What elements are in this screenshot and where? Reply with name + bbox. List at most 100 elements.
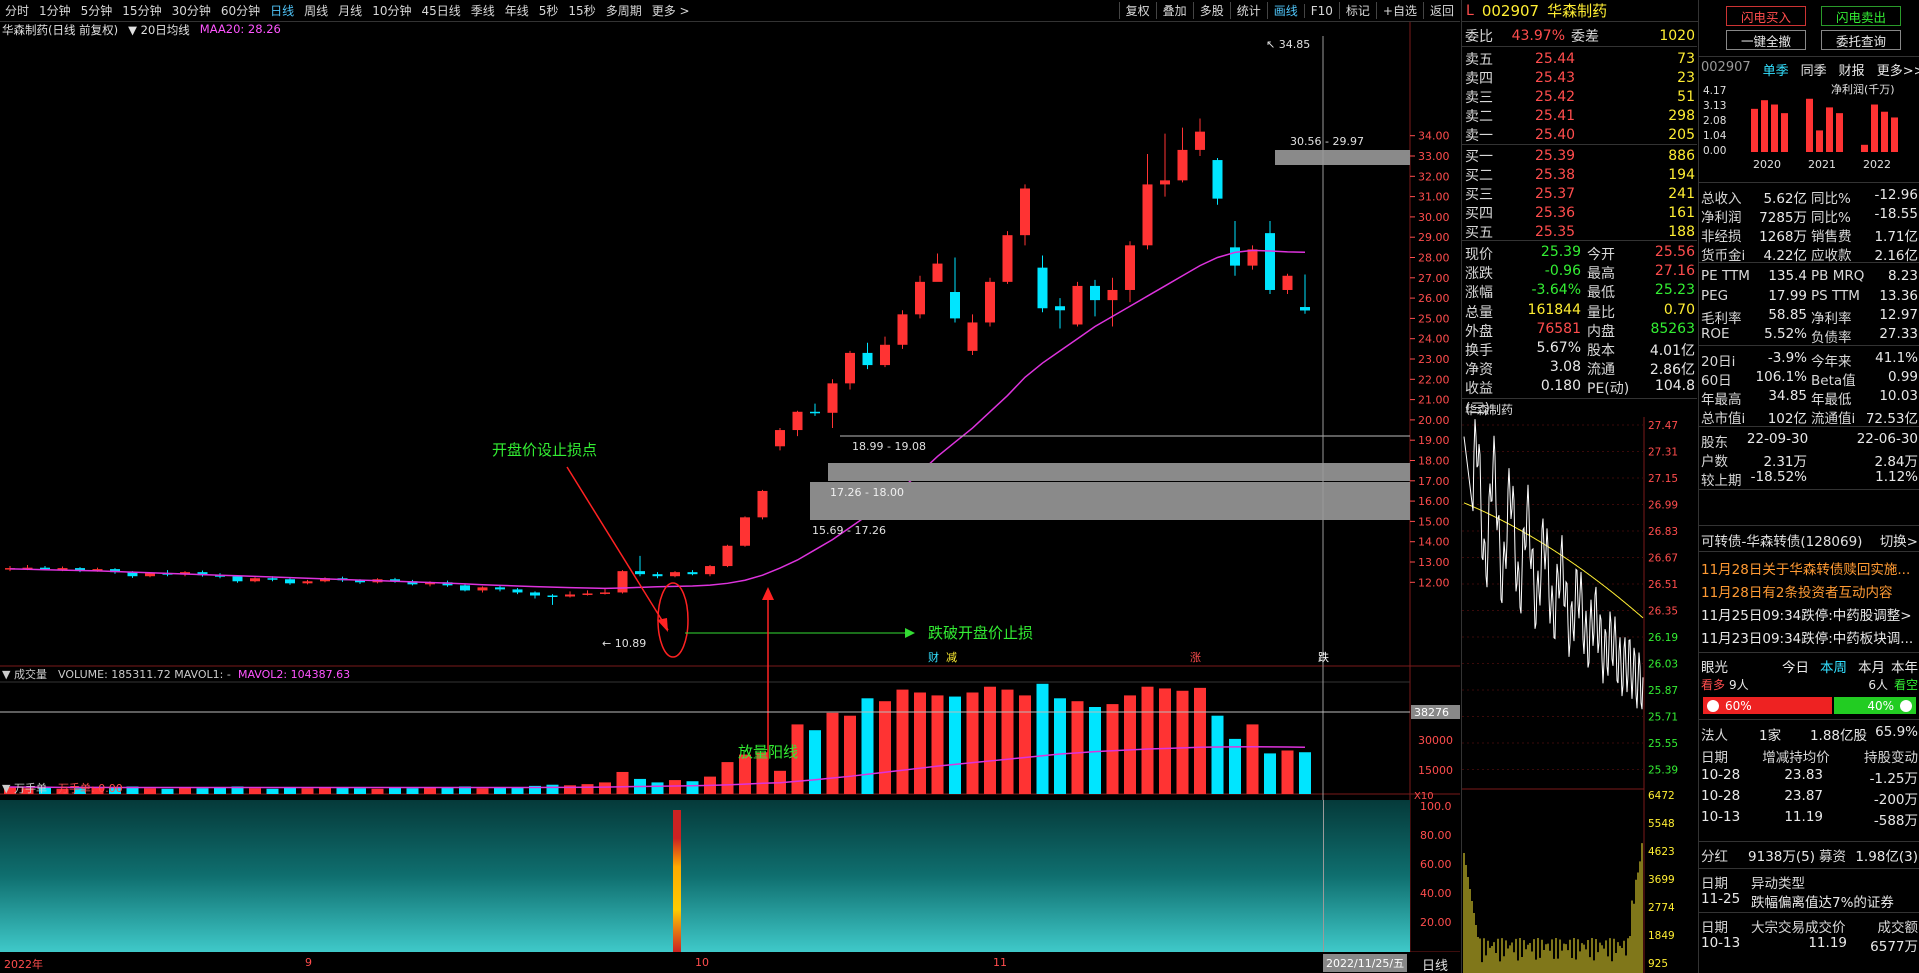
volume-bar[interactable]	[161, 788, 174, 794]
candle-body[interactable]	[897, 314, 908, 345]
candle-body[interactable]	[285, 579, 295, 584]
cancel-all-button[interactable]: 一键全撤	[1726, 30, 1806, 50]
candle-body[interactable]	[460, 585, 470, 591]
stock-name[interactable]: 华森制药	[1547, 0, 1607, 21]
candle-body[interactable]	[827, 383, 838, 413]
candle-body[interactable]	[1160, 180, 1170, 185]
candle-body[interactable]	[740, 517, 750, 546]
candle-body[interactable]	[635, 571, 645, 575]
candle-body[interactable]	[1300, 307, 1310, 311]
candle-body[interactable]	[1055, 306, 1065, 311]
candle-body[interactable]	[1090, 285, 1100, 301]
volume-bar[interactable]	[546, 784, 559, 794]
candle-body[interactable]	[932, 263, 943, 282]
event-cai[interactable]: 财	[928, 650, 939, 664]
holding-row[interactable]: 10-28 23.83 -1.25万	[1701, 767, 1918, 787]
candle-body[interactable]	[1265, 233, 1275, 290]
volume-bar[interactable]	[371, 788, 384, 794]
candle-body[interactable]	[302, 581, 313, 584]
candle-body[interactable]	[1282, 275, 1293, 290]
news-item[interactable]: 11月28日有2条投资者互动内容	[1701, 581, 1918, 601]
asks-row[interactable]: 卖一 25.40 205	[1465, 126, 1695, 144]
candle-body[interactable]	[757, 490, 768, 518]
volume-bar[interactable]	[389, 787, 401, 794]
timeframe-tab-3[interactable]: 15分钟	[117, 2, 166, 19]
bull-bar[interactable]: 60%	[1703, 697, 1832, 714]
bond-row[interactable]: 可转债-华森转债(128069) 切换>	[1701, 530, 1918, 550]
tool-button-5[interactable]: F10	[1303, 3, 1339, 18]
bond-label[interactable]: 可转债-华森转债(128069)	[1701, 530, 1862, 550]
timeframe-tab-4[interactable]: 30分钟	[167, 2, 216, 19]
volume-bar[interactable]	[669, 780, 681, 794]
fin-tab-report[interactable]: 财报	[1839, 60, 1865, 79]
stock-code[interactable]: 002907	[1482, 2, 1539, 20]
fin-tab-more[interactable]: 更多>>	[1877, 60, 1919, 79]
holding-row[interactable]: 10-28 23.87 -200万	[1701, 788, 1918, 808]
timeframe-tab-2[interactable]: 5分钟	[76, 2, 118, 19]
main-kline-panel[interactable]: 30.56 - 29.97 18.99 - 19.08 17.26 - 18.0…	[0, 22, 1460, 973]
fin-tab-same[interactable]: 同季	[1801, 60, 1827, 79]
candle-body[interactable]	[565, 594, 575, 597]
candle-body[interactable]	[670, 572, 680, 577]
tool-button-2[interactable]: 多股	[1192, 2, 1230, 19]
candle-body[interactable]	[915, 281, 925, 315]
timeframe-tab-7[interactable]: 周线	[299, 2, 333, 19]
timeframe-tab-11[interactable]: 季线	[466, 2, 500, 19]
timeframe-tab-16[interactable]: 更多 >	[647, 2, 695, 19]
volume-bar[interactable]	[896, 689, 909, 794]
volume-bar[interactable]	[1071, 701, 1084, 794]
candle-body[interactable]	[722, 545, 733, 567]
asks-row[interactable]: 卖四 25.43 23	[1465, 69, 1695, 87]
bids-row[interactable]: 买四 25.36 161	[1465, 204, 1695, 222]
volume-bar[interactable]	[406, 788, 419, 794]
candle-body[interactable]	[775, 430, 785, 447]
timeframe-tab-0[interactable]: 分时	[0, 2, 34, 19]
candle-body[interactable]	[862, 352, 873, 366]
candle-body[interactable]	[810, 411, 820, 414]
volume-bar[interactable]	[861, 698, 874, 794]
candle-body[interactable]	[1195, 131, 1205, 150]
volume-bar[interactable]	[196, 788, 209, 794]
volume-bar[interactable]	[249, 788, 261, 794]
tool-button-0[interactable]: 复权	[1118, 2, 1156, 19]
bids-row[interactable]: 买一 25.39 886	[1465, 147, 1695, 165]
candle-body[interactable]	[530, 592, 540, 596]
timeframe-tab-15[interactable]: 多周期	[601, 2, 647, 19]
volume-bar[interactable]	[844, 715, 856, 794]
timeframe-tab-10[interactable]: 45日线	[416, 2, 465, 19]
candle-body[interactable]	[547, 595, 558, 597]
candle-body[interactable]	[1107, 289, 1118, 301]
volume-bar[interactable]	[476, 788, 489, 794]
volume-bar[interactable]	[984, 686, 996, 794]
fin-tab-quarter[interactable]: 单季	[1763, 60, 1789, 79]
timeframe-tab-9[interactable]: 10分钟	[367, 2, 416, 19]
timeframe-tab-14[interactable]: 15秒	[563, 2, 600, 19]
candle-body[interactable]	[617, 571, 628, 593]
flash-buy-button[interactable]: 闪电买入	[1726, 6, 1806, 26]
candle-body[interactable]	[582, 593, 593, 595]
timeframe-tab-12[interactable]: 年线	[500, 2, 534, 19]
tool-button-4[interactable]: 画线	[1266, 2, 1304, 19]
holding-row[interactable]: 10-13 11.19 -588万	[1701, 809, 1918, 829]
timeframe-tab-8[interactable]: 月线	[333, 2, 367, 19]
volume-bar[interactable]	[966, 692, 979, 795]
volume-bar[interactable]	[914, 692, 926, 795]
volume-bar[interactable]	[1281, 750, 1294, 795]
volume-bar[interactable]	[214, 787, 226, 794]
volume-bar[interactable]	[1194, 687, 1206, 794]
period-label[interactable]: 日线	[1422, 955, 1448, 973]
volume-bar[interactable]	[144, 788, 156, 794]
timeframe-tab-1[interactable]: 1分钟	[34, 2, 76, 19]
news-item[interactable]: 11月28日关于华森转债赎回实施...	[1701, 558, 1918, 578]
volume-bar[interactable]	[686, 781, 699, 794]
candle-body[interactable]	[267, 578, 278, 580]
volume-bar[interactable]	[1159, 688, 1171, 794]
volume-bar[interactable]	[1246, 724, 1259, 794]
bids-row[interactable]: 买三 25.37 241	[1465, 185, 1695, 203]
volume-bar[interactable]	[1264, 753, 1276, 794]
candle-body[interactable]	[1037, 267, 1048, 309]
asks-row[interactable]: 卖二 25.41 298	[1465, 107, 1695, 125]
candle-body[interactable]	[652, 574, 663, 577]
volume-bar[interactable]	[721, 762, 734, 794]
candle-body[interactable]	[495, 587, 505, 590]
